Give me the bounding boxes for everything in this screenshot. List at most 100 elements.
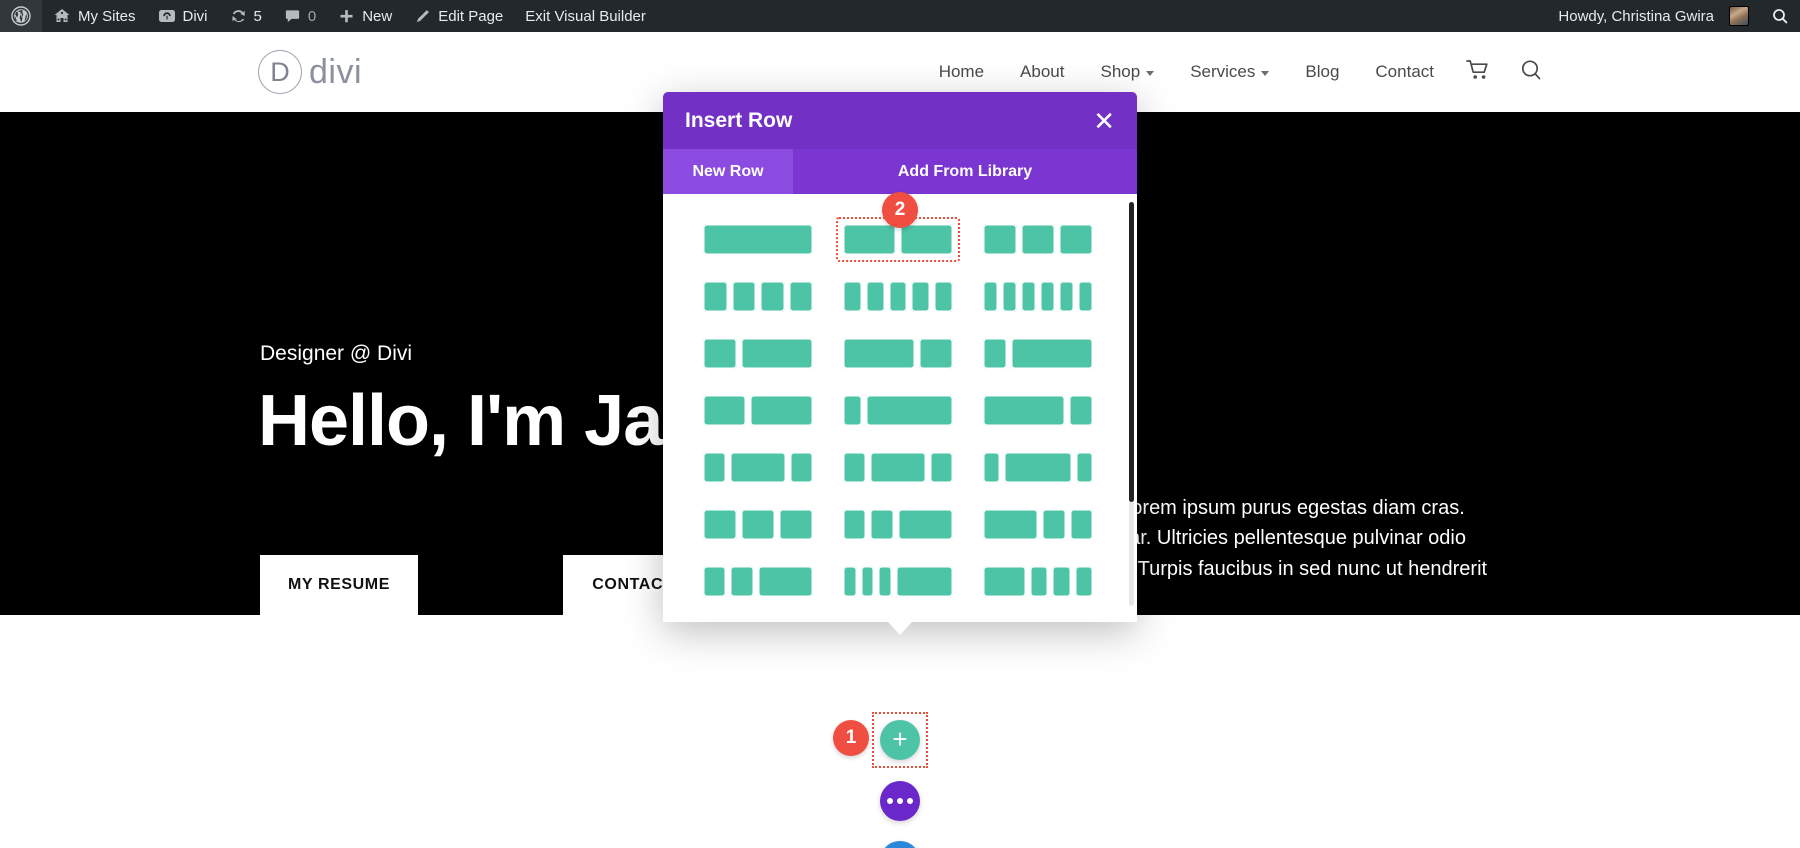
row-layout-option-4col[interactable] — [703, 281, 813, 312]
layout-column — [1052, 566, 1071, 597]
hero-button-resume[interactable]: MY RESUME — [260, 555, 418, 615]
admin-bar-label-updates-count: 5 — [253, 7, 262, 25]
close-icon[interactable]: ✕ — [1093, 108, 1115, 134]
row-layout-option-5col[interactable] — [843, 281, 953, 312]
admin-bar-label-new: New — [362, 7, 393, 25]
nav-item-services[interactable]: Services — [1172, 62, 1287, 82]
nav-item-about[interactable]: About — [1002, 62, 1082, 82]
row-layout-option-3-4_1-4[interactable] — [983, 395, 1093, 426]
layout-column — [788, 281, 813, 312]
row-layout-option-2col[interactable] — [836, 217, 960, 262]
pencil-icon — [414, 8, 431, 25]
layout-column — [703, 395, 746, 426]
layout-column — [1068, 395, 1093, 426]
site-logo[interactable]: D divi — [258, 50, 362, 94]
layout-column — [740, 338, 813, 369]
modal-scrollbar-thumb[interactable] — [1129, 202, 1134, 502]
tab-new-row[interactable]: New Row — [663, 149, 793, 194]
row-layout-option-1-4_1-4_1-2[interactable] — [843, 509, 953, 540]
row-layout-option-2-3_1-3[interactable] — [843, 338, 953, 369]
admin-bar-account-menu[interactable]: Howdy, Christina Gwira — [1547, 0, 1760, 32]
nav-item-home[interactable]: Home — [921, 62, 1002, 82]
layout-column — [843, 566, 857, 597]
admin-bar-item-my-sites[interactable]: My Sites — [42, 0, 147, 32]
layout-column — [1059, 281, 1074, 312]
row-layout-option-6col[interactable] — [983, 281, 1093, 312]
layout-column — [1076, 452, 1093, 483]
row-layout-option-1-5_4-5[interactable] — [843, 395, 953, 426]
site-search-button[interactable] — [1505, 58, 1557, 87]
row-layout-option-1-4_2-4_1-4[interactable] — [703, 452, 813, 483]
row-layout-option-1-3_2-3[interactable] — [703, 338, 813, 369]
plus-icon: + — [892, 724, 908, 754]
layout-column — [843, 338, 916, 369]
nav-label-services: Services — [1190, 62, 1256, 81]
admin-bar-item-new[interactable]: New — [327, 0, 403, 32]
nav-label-contact: Contact — [1375, 62, 1434, 81]
tab-add-from-library[interactable]: Add From Library — [793, 149, 1137, 194]
row-layout-option-1col[interactable] — [703, 224, 813, 255]
layout-column — [865, 281, 885, 312]
admin-bar-item-comments[interactable]: 0 — [273, 0, 327, 32]
admin-bar-label-comments-count: 0 — [307, 7, 317, 25]
row-layout-option-1-6x3_1-2[interactable] — [843, 566, 953, 597]
layout-column — [897, 509, 953, 540]
admin-bar-label-edit-page: Edit Page — [438, 7, 504, 25]
row-layout-option-1-4_1-2_1-4[interactable] — [843, 452, 953, 483]
layout-column — [983, 281, 998, 312]
layout-column — [1004, 452, 1072, 483]
modal-tab-bar: New Row Add From Library — [663, 149, 1137, 194]
annotation-badge-1: 1 — [833, 720, 869, 756]
search-icon — [1771, 7, 1789, 25]
layout-column — [703, 281, 728, 312]
row-options-button[interactable] — [880, 781, 920, 821]
layout-column — [703, 452, 727, 483]
layout-column — [760, 281, 785, 312]
updates-icon — [230, 8, 247, 25]
chevron-down-icon — [1146, 71, 1155, 76]
admin-bar-label-my-sites: My Sites — [78, 7, 136, 25]
plus-icon — [338, 8, 355, 25]
row-layout-option-1-2_1-4_1-4[interactable] — [983, 509, 1093, 540]
layout-column — [789, 452, 813, 483]
row-layout-option-1-4_3-4[interactable] — [983, 338, 1093, 369]
admin-bar-item-edit-page[interactable]: Edit Page — [403, 0, 514, 32]
layout-column — [703, 338, 737, 369]
admin-bar-item-divi[interactable]: Divi — [147, 0, 219, 32]
layout-column — [1059, 224, 1093, 255]
layout-column — [888, 281, 908, 312]
add-row-button[interactable]: + — [880, 720, 920, 760]
layout-column — [934, 281, 953, 312]
annotation-badge-2: 2 — [882, 192, 918, 228]
row-layout-option-1-5_3-5_1-5[interactable] — [983, 452, 1093, 483]
layout-column — [900, 224, 953, 255]
layout-column — [929, 452, 953, 483]
wordpress-logo-icon — [11, 6, 31, 26]
admin-bar-search-button[interactable] — [1760, 0, 1800, 32]
layout-column — [703, 224, 813, 255]
wordpress-logo-button[interactable] — [0, 0, 42, 32]
row-layout-option-1-3_1-3_1-3b[interactable] — [703, 509, 813, 540]
comments-icon — [284, 8, 301, 25]
insert-row-modal: Insert Row ✕ New Row Add From Library — [663, 92, 1137, 635]
layout-column — [730, 452, 786, 483]
row-layout-option-2-5_3-5[interactable] — [703, 395, 813, 426]
nav-item-contact[interactable]: Contact — [1357, 62, 1452, 82]
cart-button[interactable] — [1452, 59, 1505, 86]
modal-scrollbar[interactable] — [1129, 202, 1134, 606]
row-layout-option-1-4_1-4_2-4[interactable] — [703, 566, 813, 597]
layout-column — [703, 566, 727, 597]
logo-circle-icon: D — [258, 50, 302, 94]
nav-item-shop[interactable]: Shop — [1082, 62, 1172, 82]
nav-item-blog[interactable]: Blog — [1287, 62, 1357, 82]
layout-column — [895, 566, 953, 597]
layout-column — [749, 395, 813, 426]
admin-bar-label-divi: Divi — [182, 7, 208, 25]
layout-column — [1042, 509, 1066, 540]
layout-column — [983, 224, 1017, 255]
row-layout-option-3col[interactable] — [983, 224, 1093, 255]
admin-bar-item-exit-visual-builder[interactable]: Exit Visual Builder — [514, 0, 657, 32]
admin-bar-item-updates[interactable]: 5 — [219, 0, 273, 32]
shopping-cart-icon — [1466, 59, 1491, 86]
row-layout-option-1-2_1-6x3[interactable] — [983, 566, 1094, 597]
